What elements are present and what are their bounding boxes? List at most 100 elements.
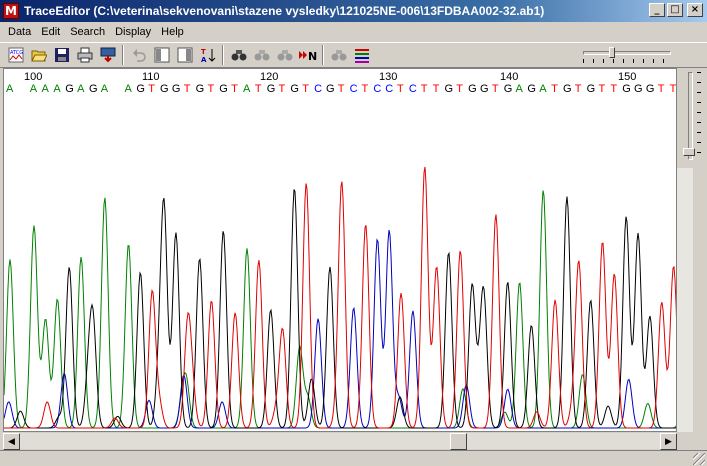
vertical-scale-panel xyxy=(677,68,707,432)
base-call[interactable]: T xyxy=(302,83,309,95)
zoom-ticks xyxy=(583,59,671,63)
base-call[interactable]: A xyxy=(77,83,84,95)
base-call[interactable]: C xyxy=(409,83,417,95)
base-call[interactable]: T xyxy=(599,83,606,95)
left-bar-icon[interactable] xyxy=(150,44,173,66)
base-call[interactable]: G xyxy=(527,83,536,95)
base-call[interactable]: T xyxy=(397,83,404,95)
undo-icon[interactable] xyxy=(127,44,150,66)
base-call[interactable]: A xyxy=(125,83,132,95)
base-call[interactable]: G xyxy=(326,83,335,95)
base-call[interactable]: G xyxy=(160,83,169,95)
zoom-track xyxy=(583,51,671,55)
base-call[interactable]: T xyxy=(492,83,499,95)
menu-edit[interactable]: Edit xyxy=(36,26,65,38)
chromatogram-traces xyxy=(4,166,676,429)
base-call[interactable]: T xyxy=(433,83,440,95)
vertical-scale-thumb[interactable] xyxy=(683,148,695,156)
base-call[interactable]: G xyxy=(646,83,655,95)
base-call[interactable]: A xyxy=(539,83,546,95)
position-label: 150 xyxy=(618,71,637,83)
base-call[interactable]: T xyxy=(575,83,582,95)
base-call[interactable]: T xyxy=(456,83,463,95)
base-call[interactable]: T xyxy=(658,83,665,95)
base-call[interactable]: C xyxy=(314,83,322,95)
base-call[interactable]: T xyxy=(231,83,238,95)
find-icon[interactable] xyxy=(227,44,250,66)
title-bar: M TraceEditor (C:\veterina\sekvenovani\s… xyxy=(0,0,707,22)
toolbar-separator xyxy=(222,45,224,65)
search-all-icon[interactable] xyxy=(327,44,350,66)
base-call[interactable]: A xyxy=(42,83,49,95)
svg-text:T: T xyxy=(201,48,206,56)
base-call[interactable]: A xyxy=(30,83,37,95)
base-call[interactable]: G xyxy=(172,83,181,95)
open-folder-icon[interactable] xyxy=(27,44,50,66)
base-call[interactable]: G xyxy=(504,83,513,95)
base-sequence[interactable]: AAAAGAGAAGTGGTGTGTATGTGTCGTCTCCTCTTGTGGT… xyxy=(4,83,676,97)
base-call[interactable]: A xyxy=(516,83,523,95)
menu-display[interactable]: Display xyxy=(110,26,156,38)
base-call[interactable]: G xyxy=(290,83,299,95)
position-label: 140 xyxy=(500,71,519,83)
zoom-slider[interactable] xyxy=(583,47,673,65)
base-call[interactable]: T xyxy=(279,83,286,95)
base-call[interactable]: C xyxy=(385,83,393,95)
base-call[interactable]: G xyxy=(267,83,276,95)
trace-panel[interactable]: 100 110 120 130 140 150 AAAAGAGAAGTGGTGT… xyxy=(3,68,677,432)
base-call[interactable]: T xyxy=(551,83,558,95)
base-call[interactable]: T xyxy=(610,83,617,95)
base-call[interactable]: T xyxy=(421,83,428,95)
find-prev-icon[interactable] xyxy=(273,44,296,66)
print-icon[interactable] xyxy=(73,44,96,66)
horizontal-scrollbar[interactable]: ◀ ▶ xyxy=(3,432,677,450)
next-n-icon[interactable]: N xyxy=(296,44,319,66)
base-call[interactable]: T xyxy=(255,83,262,95)
base-call[interactable]: A xyxy=(101,83,108,95)
base-call[interactable]: G xyxy=(65,83,74,95)
base-call[interactable]: C xyxy=(350,83,358,95)
base-call[interactable]: T xyxy=(184,83,191,95)
base-call[interactable]: A xyxy=(6,83,13,95)
save-icon[interactable] xyxy=(50,44,73,66)
color-lines-icon[interactable] xyxy=(350,44,373,66)
close-button[interactable]: × xyxy=(687,3,703,17)
base-call[interactable]: G xyxy=(587,83,596,95)
base-call[interactable]: G xyxy=(196,83,205,95)
base-call[interactable]: A xyxy=(243,83,250,95)
export-icon[interactable] xyxy=(96,44,119,66)
base-call[interactable]: G xyxy=(219,83,228,95)
base-call[interactable]: G xyxy=(89,83,98,95)
find-next-icon[interactable] xyxy=(250,44,273,66)
scroll-left-button[interactable]: ◀ xyxy=(3,433,20,450)
base-call[interactable]: G xyxy=(622,83,631,95)
base-call[interactable]: G xyxy=(480,83,489,95)
scroll-right-button[interactable]: ▶ xyxy=(660,433,677,450)
resize-grip[interactable] xyxy=(693,453,705,465)
scroll-thumb[interactable] xyxy=(450,433,467,450)
svg-text:ATCG: ATCG xyxy=(10,50,23,56)
base-call[interactable]: G xyxy=(444,83,453,95)
menu-data[interactable]: Data xyxy=(3,26,36,38)
sort-icon[interactable]: TA xyxy=(196,44,219,66)
base-call[interactable]: T xyxy=(338,83,345,95)
base-call[interactable]: G xyxy=(563,83,572,95)
zoom-thumb[interactable] xyxy=(609,47,615,58)
position-label: 130 xyxy=(379,71,398,83)
base-call[interactable]: T xyxy=(670,83,676,95)
menu-search[interactable]: Search xyxy=(65,26,110,38)
base-call[interactable]: T xyxy=(207,83,214,95)
minimize-button[interactable]: _ xyxy=(649,3,665,17)
base-call[interactable]: A xyxy=(53,83,60,95)
base-call[interactable]: G xyxy=(136,83,145,95)
base-call[interactable]: G xyxy=(468,83,477,95)
base-call[interactable]: T xyxy=(148,83,155,95)
menu-help[interactable]: Help xyxy=(156,26,189,38)
base-call[interactable]: G xyxy=(634,83,643,95)
atcg-icon[interactable]: ATCG xyxy=(4,44,27,66)
window-title: TraceEditor (C:\veterina\sekvenovani\sta… xyxy=(24,4,545,18)
maximize-button[interactable]: □ xyxy=(667,3,683,17)
base-call[interactable]: C xyxy=(373,83,381,95)
base-call[interactable]: T xyxy=(362,83,369,95)
right-bar-icon[interactable] xyxy=(173,44,196,66)
